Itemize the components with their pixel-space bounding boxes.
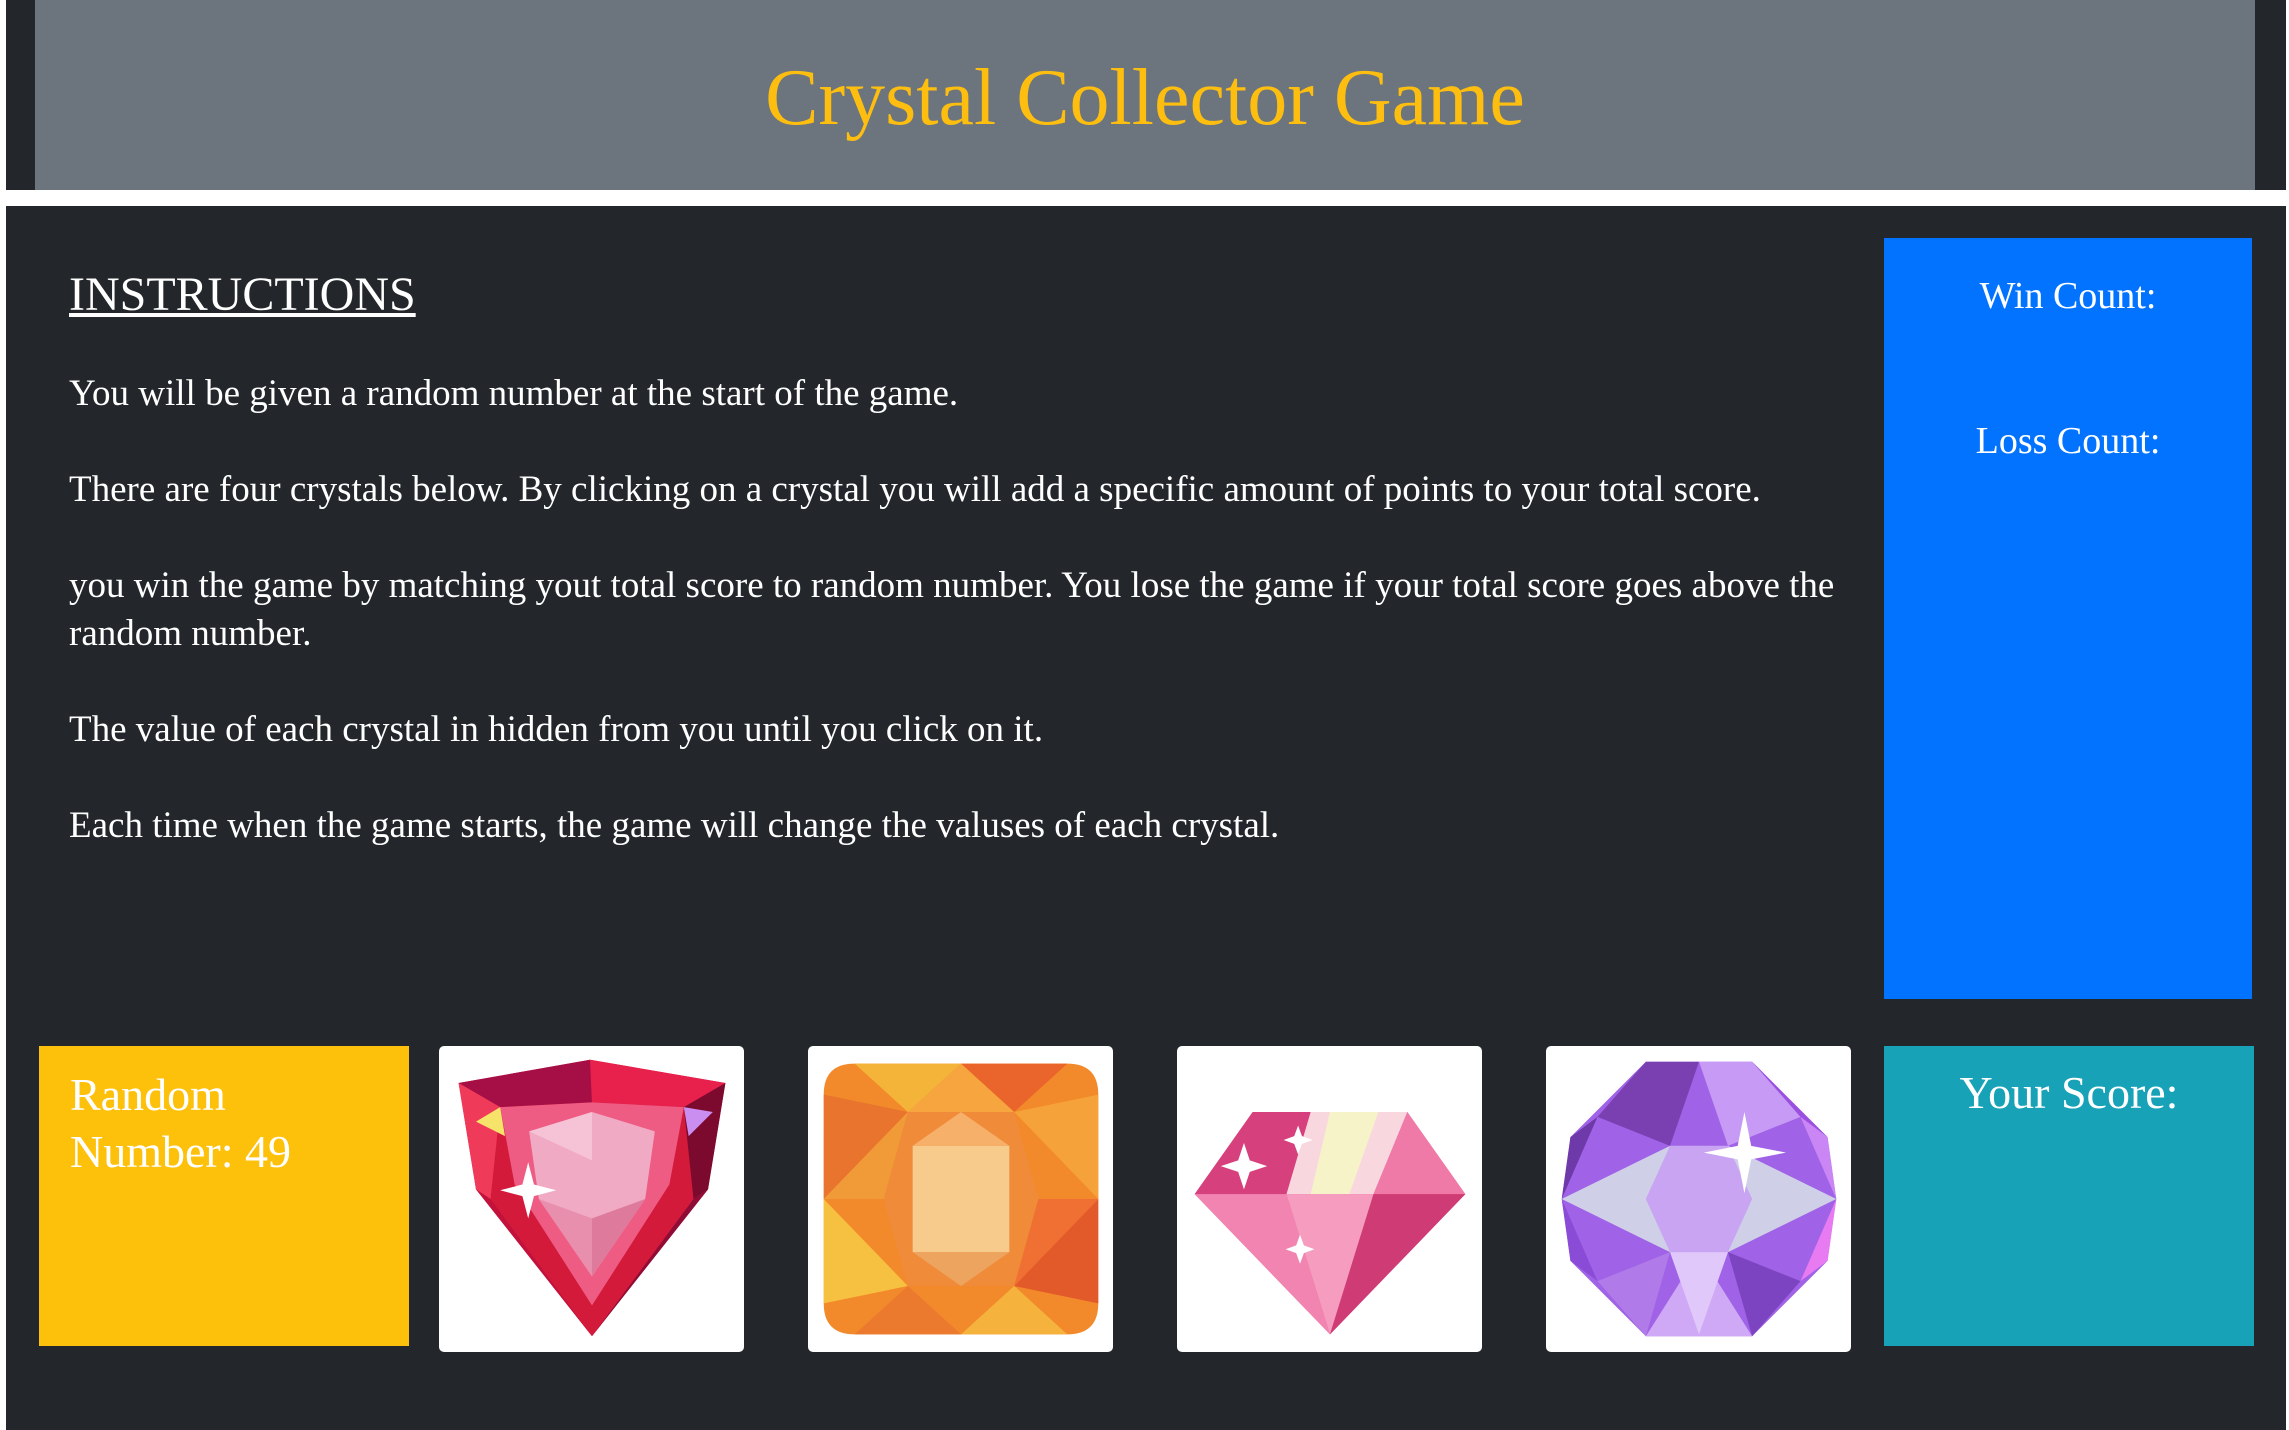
instruction-paragraph: There are four crystals below. By clicki… xyxy=(69,469,1761,510)
win-count-label: Win Count: xyxy=(1979,275,2157,317)
game-panel: INSTRUCTIONS You will be given a random … xyxy=(6,206,2286,1430)
instruction-paragraph: The value of each crystal in hidden from… xyxy=(69,709,1044,750)
page-title: Crystal Collector Game xyxy=(765,54,1525,142)
header-bar: Crystal Collector Game xyxy=(6,0,2286,190)
random-number-label: Random Number: 49 xyxy=(70,1069,292,1177)
crystal-button-pink[interactable] xyxy=(1177,1046,1482,1352)
loss-count-label: Loss Count: xyxy=(1975,420,2161,462)
pink-diamond-crystal-icon xyxy=(1194,1112,1465,1335)
instruction-paragraph: Each time when the game starts, the game… xyxy=(69,805,1280,846)
orange-cushion-crystal-icon xyxy=(823,1063,1098,1335)
random-number-box: Random Number: 49 xyxy=(39,1046,409,1346)
instruction-paragraph: You will be given a random number at the… xyxy=(69,373,959,414)
score-box: Your Score: xyxy=(1884,1046,2254,1346)
counts-box: Win Count: Loss Count: xyxy=(1884,238,2252,999)
crystal-button-red[interactable] xyxy=(439,1046,744,1352)
crystal-button-orange[interactable] xyxy=(808,1046,1113,1352)
instruction-paragraph: you win the game by matching yout total … xyxy=(69,565,1835,654)
purple-octagon-crystal-icon xyxy=(1561,1061,1836,1337)
instructions-heading: INSTRUCTIONS xyxy=(69,268,416,321)
header-jumbotron: Crystal Collector Game xyxy=(35,0,2255,190)
crystal-button-purple[interactable] xyxy=(1546,1046,1851,1352)
your-score-label: Your Score: xyxy=(1959,1067,2179,1118)
instructions-section: INSTRUCTIONS You will be given a random … xyxy=(69,268,1849,898)
red-trillion-crystal-icon xyxy=(458,1059,725,1337)
